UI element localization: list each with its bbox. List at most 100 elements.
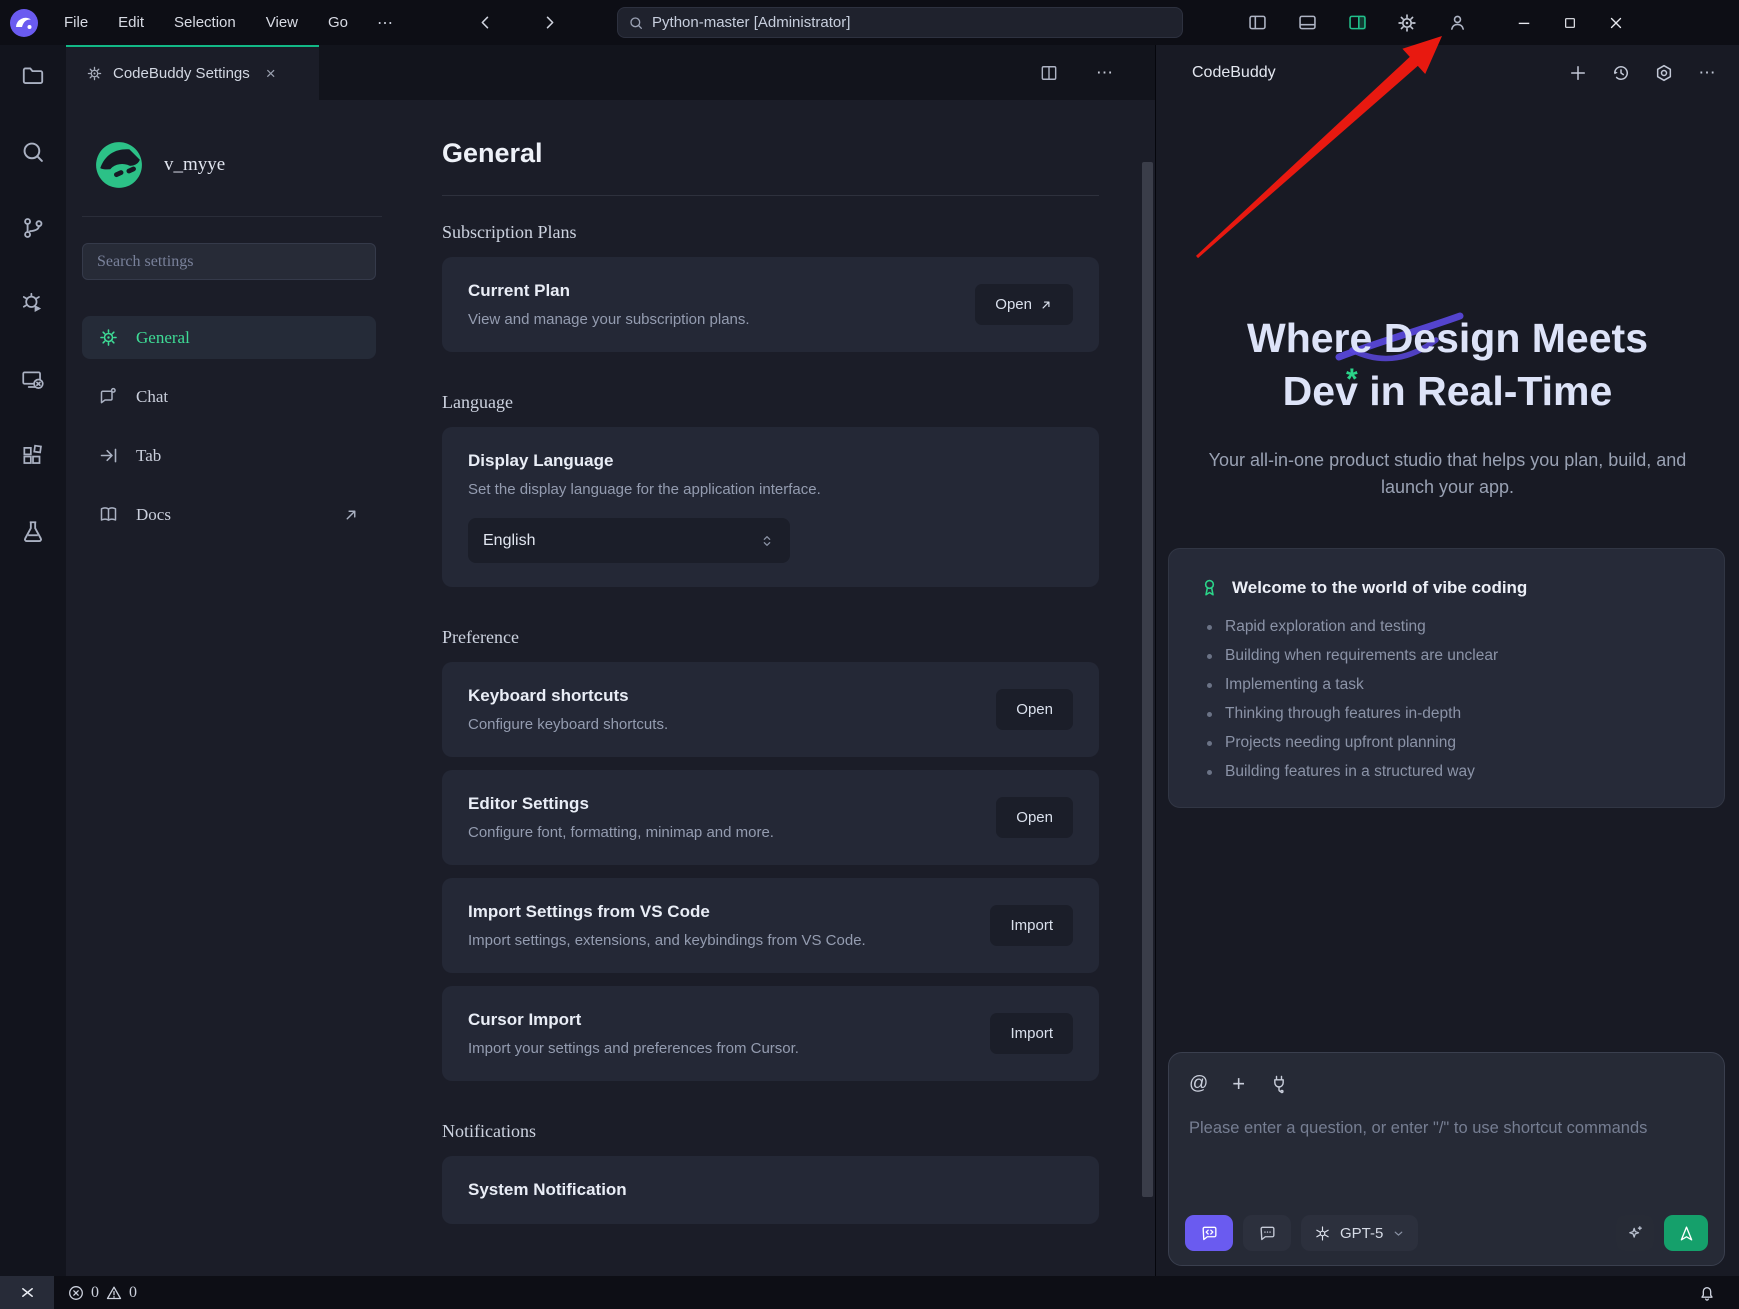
toggle-right-sidebar-button[interactable] bbox=[1339, 8, 1375, 38]
button-label: Import bbox=[1010, 917, 1053, 934]
menu-edit[interactable]: Edit bbox=[107, 9, 155, 36]
menu-selection[interactable]: Selection bbox=[163, 9, 247, 36]
settings-search-input[interactable] bbox=[97, 253, 361, 271]
setting-desc: Import settings, extensions, and keybind… bbox=[468, 932, 866, 949]
list-item: Rapid exploration and testing bbox=[1199, 618, 1694, 636]
open-keyboard-shortcuts-button[interactable]: Open bbox=[996, 689, 1073, 730]
settings-nav-chat[interactable]: Chat bbox=[82, 375, 376, 418]
toggle-left-sidebar-button[interactable] bbox=[1239, 8, 1275, 38]
panel-more-icon[interactable]: ⋯ bbox=[1695, 61, 1719, 85]
history-nav bbox=[467, 8, 567, 38]
remote-explorer-icon[interactable] bbox=[20, 367, 46, 393]
title-bar: File Edit Selection View Go ⋯ bbox=[0, 0, 1739, 45]
menu-overflow[interactable]: ⋯ bbox=[367, 13, 405, 33]
scrollbar[interactable] bbox=[1142, 162, 1153, 1197]
menu-view[interactable]: View bbox=[255, 9, 309, 36]
account-button[interactable] bbox=[1439, 8, 1475, 38]
setting-title: Cursor Import bbox=[468, 1010, 799, 1030]
section-heading-subscription: Subscription Plans bbox=[442, 222, 1099, 243]
toggle-bottom-panel-button[interactable] bbox=[1289, 8, 1325, 38]
button-label: Open bbox=[995, 296, 1032, 313]
chevron-updown-icon bbox=[759, 533, 775, 549]
badge-ribbon-icon bbox=[1199, 577, 1220, 598]
remote-indicator[interactable] bbox=[0, 1276, 54, 1309]
codebuddy-window: File Edit Selection View Go ⋯ bbox=[0, 0, 1739, 1309]
import-cursor-button[interactable]: Import bbox=[990, 1013, 1073, 1054]
codebuddy-panel: CodeBuddy ⋯ * Where Design Meets Dev in bbox=[1155, 45, 1739, 1276]
titlebar-actions bbox=[1239, 8, 1475, 38]
hero-subtitle: Your all-in-one product studio that help… bbox=[1188, 447, 1708, 503]
attach-plus-icon[interactable]: + bbox=[1232, 1071, 1245, 1097]
setting-title: Current Plan bbox=[468, 281, 750, 301]
command-center-search[interactable] bbox=[617, 7, 1183, 38]
panel-settings-icon[interactable] bbox=[1652, 61, 1676, 85]
source-control-icon[interactable] bbox=[20, 215, 46, 241]
new-chat-icon[interactable] bbox=[1566, 61, 1590, 85]
settings-nav-general[interactable]: General bbox=[82, 316, 376, 359]
more-actions-icon[interactable]: ⋯ bbox=[1087, 58, 1123, 88]
account-row[interactable]: v_myye bbox=[82, 140, 396, 190]
settings-nav-tab[interactable]: Tab bbox=[82, 434, 376, 477]
menu-go[interactable]: Go bbox=[317, 9, 359, 36]
maximize-button[interactable] bbox=[1547, 0, 1593, 45]
chat-input[interactable]: Please enter a question, or enter "/" to… bbox=[1189, 1119, 1704, 1138]
explorer-folder-icon[interactable] bbox=[20, 63, 46, 89]
open-plan-button[interactable]: Open bbox=[975, 284, 1073, 325]
button-label: Import bbox=[1010, 1025, 1053, 1042]
enhance-sparkle-icon[interactable] bbox=[1616, 1215, 1654, 1251]
run-debug-icon[interactable] bbox=[20, 291, 46, 317]
setting-info: System Notification bbox=[468, 1180, 627, 1200]
extensions-icon[interactable] bbox=[20, 443, 46, 469]
import-vscode-button[interactable]: Import bbox=[990, 905, 1073, 946]
error-icon bbox=[68, 1285, 84, 1301]
history-icon[interactable] bbox=[1609, 61, 1633, 85]
testing-flask-icon[interactable] bbox=[20, 519, 46, 545]
list-item: Projects needing upfront planning bbox=[1199, 734, 1694, 752]
back-button[interactable] bbox=[467, 8, 503, 38]
settings-gear-button[interactable] bbox=[1389, 8, 1425, 38]
bullet-text: Implementing a task bbox=[1225, 676, 1364, 694]
chevron-down-icon bbox=[1392, 1227, 1405, 1240]
panel-actions: ⋯ bbox=[1566, 61, 1719, 85]
remote-icon bbox=[20, 1285, 35, 1300]
chat-code-icon bbox=[1200, 1224, 1219, 1243]
bullet-dot bbox=[1207, 712, 1212, 717]
forward-button[interactable] bbox=[531, 8, 567, 38]
system-notification-card: System Notification bbox=[442, 1156, 1099, 1224]
code-mode-button[interactable] bbox=[1185, 1215, 1233, 1251]
tab-codebuddy-settings[interactable]: CodeBuddy Settings × bbox=[66, 45, 319, 100]
list-item: Thinking through features in-depth bbox=[1199, 705, 1694, 723]
setting-desc: Configure font, formatting, minimap and … bbox=[468, 824, 774, 841]
settings-nav-docs[interactable]: Docs bbox=[82, 493, 376, 536]
mention-icon[interactable]: @ bbox=[1189, 1073, 1208, 1095]
send-plane-icon bbox=[1677, 1224, 1696, 1243]
notifications-bell-icon[interactable] bbox=[1697, 1280, 1723, 1306]
composer-tools: @ + bbox=[1189, 1071, 1704, 1097]
bullet-dot bbox=[1207, 683, 1212, 688]
menu-bar: File Edit Selection View Go ⋯ bbox=[53, 9, 405, 36]
close-window-button[interactable] bbox=[1593, 0, 1639, 45]
model-selector[interactable]: GPT-5 bbox=[1301, 1215, 1418, 1251]
problems-indicator[interactable]: 0 0 bbox=[68, 1284, 137, 1302]
chat-mode-button[interactable] bbox=[1243, 1215, 1291, 1251]
chat-composer[interactable]: @ + Please enter a question, or enter "/… bbox=[1168, 1052, 1725, 1266]
warning-count: 0 bbox=[129, 1284, 137, 1302]
search-sidebar-icon[interactable] bbox=[20, 139, 46, 165]
bullet-text: Projects needing upfront planning bbox=[1225, 734, 1456, 752]
send-button[interactable] bbox=[1664, 1215, 1708, 1251]
setting-title: Display Language bbox=[468, 451, 1073, 471]
display-language-select[interactable]: English bbox=[468, 518, 790, 563]
open-editor-settings-button[interactable]: Open bbox=[996, 797, 1073, 838]
search-icon bbox=[628, 15, 644, 31]
tab-close-icon[interactable]: × bbox=[266, 64, 276, 84]
warning-icon bbox=[106, 1285, 122, 1301]
mcp-plug-icon[interactable] bbox=[1269, 1074, 1289, 1094]
hero-line-1: Where Design Meets bbox=[1156, 312, 1739, 365]
menu-file[interactable]: File bbox=[53, 9, 99, 36]
settings-search-box[interactable] bbox=[82, 243, 376, 280]
search-input[interactable] bbox=[652, 14, 1172, 31]
divider bbox=[442, 195, 1099, 196]
split-editor-icon[interactable] bbox=[1031, 58, 1067, 88]
welcome-title: Welcome to the world of vibe coding bbox=[1232, 578, 1527, 598]
minimize-button[interactable] bbox=[1501, 0, 1547, 45]
